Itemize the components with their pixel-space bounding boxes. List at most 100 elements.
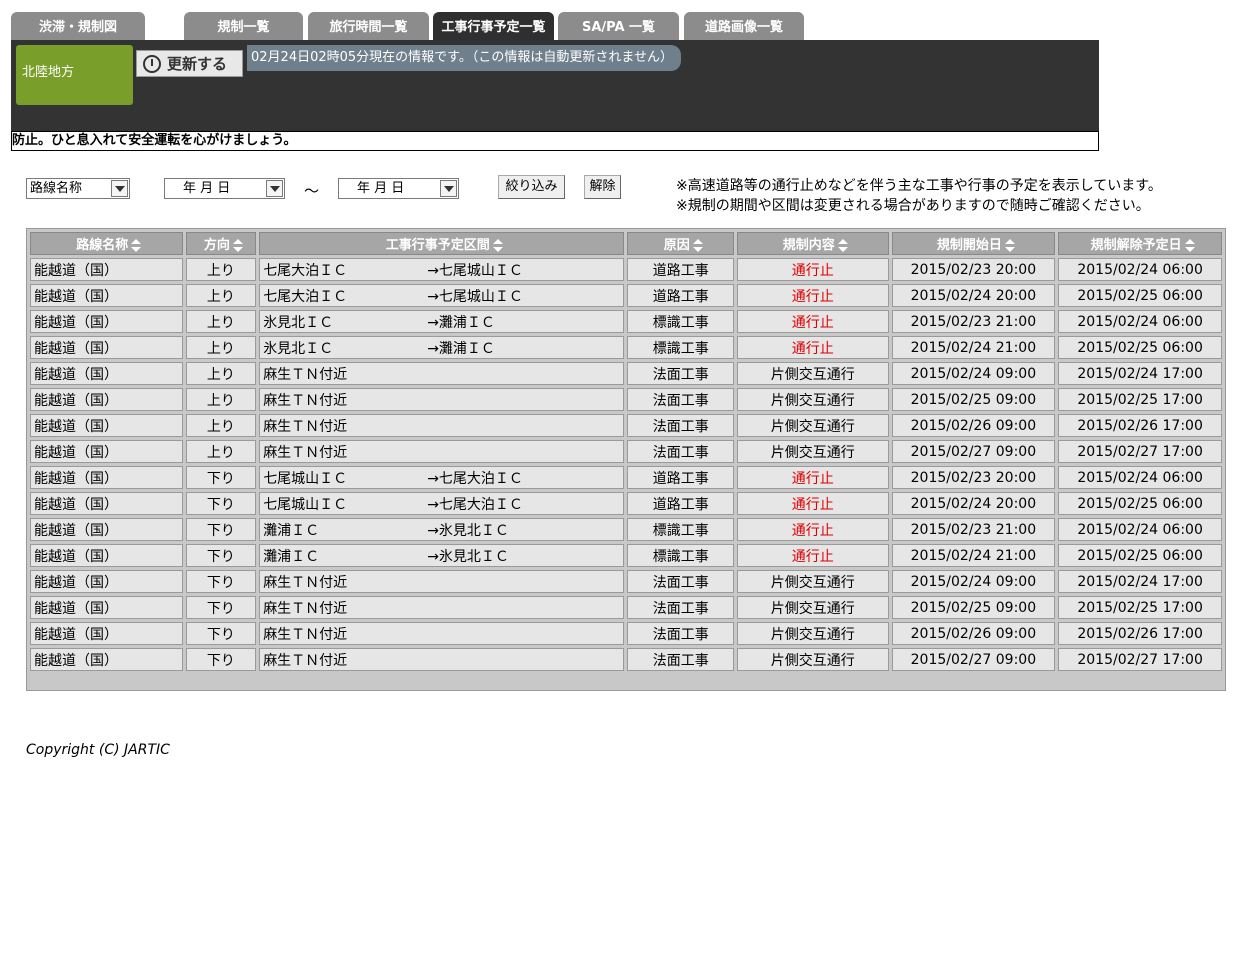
cell-start: 2015/02/26 09:00: [891, 414, 1056, 437]
cell-section: 麻生ＴＮ付近: [259, 570, 625, 593]
cell-content: 通行止: [737, 492, 889, 515]
tab-congestion-map[interactable]: 渋滞・規制図: [11, 12, 145, 40]
refresh-label: 更新する: [167, 55, 228, 73]
cell-end: 2015/02/27 17:00: [1058, 440, 1222, 463]
cell-cause: 標識工事: [627, 544, 735, 567]
cell-route: 能越道（国）: [30, 622, 183, 645]
cell-section: 灘浦ＩＣ →氷見北ＩＣ: [259, 518, 625, 541]
cell-route: 能越道（国）: [30, 336, 183, 359]
region-button[interactable]: 北陸地方: [16, 45, 133, 105]
table-row: 能越道（国） 上り 麻生ＴＮ付近 法面工事 片側交互通行 2015/02/25 09:00…: [30, 388, 1222, 411]
cell-cause: 道路工事: [627, 466, 735, 489]
copyright: Copyright (C) JARTIC: [26, 742, 170, 758]
tab-road-images[interactable]: 道路画像一覧: [684, 12, 804, 40]
cell-direction: 下り: [185, 518, 257, 541]
col-header-content[interactable]: 規制内容: [737, 232, 889, 255]
section-from: 七尾城山ＩＣ: [263, 496, 348, 513]
section-from: 氷見北ＩＣ: [263, 314, 334, 331]
cell-end: 2015/02/26 17:00: [1058, 414, 1222, 437]
table-row: 能越道（国） 上り 七尾大泊ＩＣ →七尾城山ＩＣ 道路工事 通行止 2015/02/23 2…: [30, 258, 1222, 281]
clear-button[interactable]: 解除: [584, 175, 621, 199]
cell-end: 2015/02/25 06:00: [1058, 336, 1222, 359]
col-header-route[interactable]: 路線名称: [30, 232, 183, 255]
cell-content: 通行止: [737, 310, 889, 333]
route-select-value: 路線名称: [30, 181, 83, 196]
cell-cause: 法面工事: [627, 414, 735, 437]
update-status: 02月24日02時05分現在の情報です。（この情報は自動更新されません）: [247, 45, 681, 71]
cell-section: 麻生ＴＮ付近: [259, 440, 625, 463]
cell-cause: 標識工事: [627, 518, 735, 541]
cell-end: 2015/02/27 17:00: [1058, 648, 1222, 671]
table-row: 能越道（国） 下り 七尾城山ＩＣ →七尾大泊ＩＣ 道路工事 通行止 2015/02/23 2…: [30, 466, 1222, 489]
cell-cause: 法面工事: [627, 440, 735, 463]
section-to: →灘浦ＩＣ: [427, 340, 495, 357]
section-from: 麻生ＴＮ付近: [263, 600, 348, 617]
date-to-select[interactable]: 年 月 日: [338, 178, 459, 199]
tab-regulation-list[interactable]: 規制一覧: [184, 12, 303, 40]
cell-section: 七尾大泊ＩＣ →七尾城山ＩＣ: [259, 258, 625, 281]
route-select[interactable]: 路線名称: [26, 178, 130, 199]
cell-direction: 上り: [185, 414, 257, 437]
cell-direction: 下り: [185, 648, 257, 671]
section-from: 麻生ＴＮ付近: [263, 418, 348, 435]
cell-cause: 標識工事: [627, 310, 735, 333]
cell-start: 2015/02/23 21:00: [891, 310, 1056, 333]
cell-content: 通行止: [737, 284, 889, 307]
cell-route: 能越道（国）: [30, 258, 183, 281]
cell-route: 能越道（国）: [30, 440, 183, 463]
cell-end: 2015/02/25 06:00: [1058, 544, 1222, 567]
cell-end: 2015/02/24 17:00: [1058, 570, 1222, 593]
cell-route: 能越道（国）: [30, 518, 183, 541]
section-from: 麻生ＴＮ付近: [263, 366, 348, 383]
chevron-down-icon[interactable]: [111, 180, 128, 197]
col-header-start[interactable]: 規制開始日: [891, 232, 1056, 255]
col-header-cause[interactable]: 原因: [627, 232, 735, 255]
tab-travel-time[interactable]: 旅行時間一覧: [308, 12, 429, 40]
cell-route: 能越道（国）: [30, 570, 183, 593]
col-header-section[interactable]: 工事行事予定区間: [259, 232, 625, 255]
section-from: 灘浦ＩＣ: [263, 522, 320, 539]
cell-route: 能越道（国）: [30, 466, 183, 489]
col-header-direction[interactable]: 方向: [185, 232, 257, 255]
cell-route: 能越道（国）: [30, 388, 183, 411]
table-row: 能越道（国） 下り 麻生ＴＮ付近 法面工事 片側交互通行 2015/02/25 09:00…: [30, 596, 1222, 619]
tab-sapa-list[interactable]: SA/PA 一覧: [558, 12, 679, 40]
cell-section: 氷見北ＩＣ →灘浦ＩＣ: [259, 336, 625, 359]
filter-button[interactable]: 絞り込み: [498, 175, 565, 199]
date-from-select[interactable]: 年 月 日: [164, 178, 285, 199]
chevron-down-icon[interactable]: [266, 180, 283, 197]
cell-end: 2015/02/24 06:00: [1058, 466, 1222, 489]
cell-route: 能越道（国）: [30, 492, 183, 515]
cell-start: 2015/02/24 20:00: [891, 492, 1056, 515]
cell-section: 麻生ＴＮ付近: [259, 648, 625, 671]
cell-section: 麻生ＴＮ付近: [259, 388, 625, 411]
cell-direction: 上り: [185, 362, 257, 385]
section-from: 麻生ＴＮ付近: [263, 574, 348, 591]
cell-content: 片側交互通行: [737, 570, 889, 593]
refresh-button[interactable]: 更新する: [136, 50, 243, 77]
cell-start: 2015/02/27 09:00: [891, 440, 1056, 463]
section-from: 七尾大泊ＩＣ: [263, 262, 348, 279]
clock-icon: [143, 54, 161, 73]
section-from: 灘浦ＩＣ: [263, 548, 320, 565]
section-from: 麻生ＴＮ付近: [263, 392, 348, 409]
cell-direction: 下り: [185, 622, 257, 645]
chevron-down-icon[interactable]: [440, 180, 457, 197]
cell-cause: 法面工事: [627, 648, 735, 671]
cell-start: 2015/02/24 21:00: [891, 544, 1056, 567]
cell-cause: 道路工事: [627, 284, 735, 307]
cell-direction: 上り: [185, 440, 257, 463]
cell-start: 2015/02/24 09:00: [891, 362, 1056, 385]
section-to: →七尾城山ＩＣ: [427, 288, 523, 305]
cell-content: 片側交互通行: [737, 622, 889, 645]
section-from: 麻生ＴＮ付近: [263, 652, 348, 669]
cell-content: 通行止: [737, 544, 889, 567]
cell-start: 2015/02/25 09:00: [891, 388, 1056, 411]
col-header-end[interactable]: 規制解除予定日: [1058, 232, 1222, 255]
cell-cause: 標識工事: [627, 336, 735, 359]
cell-content: 通行止: [737, 258, 889, 281]
section-from: 七尾大泊ＩＣ: [263, 288, 348, 305]
tab-construction-schedule[interactable]: 工事行事予定一覧: [433, 12, 554, 40]
cell-start: 2015/02/27 09:00: [891, 648, 1056, 671]
cell-content: 片側交互通行: [737, 648, 889, 671]
